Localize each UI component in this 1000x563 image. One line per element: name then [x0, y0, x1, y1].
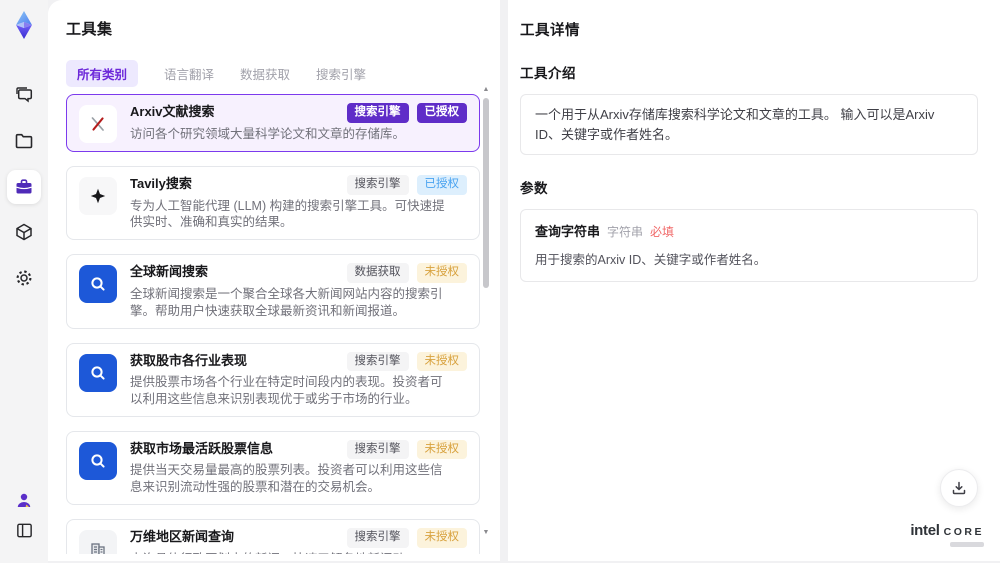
news-magnifier-icon — [79, 353, 117, 392]
tool-title: Tavily搜索 — [130, 176, 192, 191]
briefcase-icon — [16, 179, 32, 194]
category-badge: 搜索引擎 — [346, 103, 409, 123]
tool-list: Arxiv文献搜索 搜索引擎 已授权 访问各个研究领域大量科学论文和文章的存储库… — [66, 94, 482, 554]
chat-icon — [16, 87, 33, 103]
category-badge: 搜索引擎 — [346, 351, 409, 371]
tool-description: 全球新闻搜索是一个聚合全球各大新闻网站内容的搜索引擎。帮助用户快速获取全球最新资… — [130, 286, 443, 318]
status-badge: 未授权 — [416, 263, 467, 283]
panel-toggle-icon — [16, 523, 32, 537]
tool-title: 全球新闻搜索 — [130, 264, 209, 280]
user-icon — [17, 493, 31, 507]
toolset-panel: 工具集 所有类别 语言翻译 数据获取 搜索引擎 Arxiv文献搜索 搜索引擎 已… — [48, 0, 500, 561]
status-badge: 已授权 — [416, 103, 467, 123]
tool-title: 万维地区新闻查询 — [130, 529, 235, 544]
tab-all-categories[interactable]: 所有类别 — [66, 60, 139, 87]
sidebar-item-packages[interactable] — [7, 215, 41, 249]
details-title: 工具详情 — [520, 23, 580, 39]
gear-icon — [16, 270, 32, 286]
cube-icon — [16, 223, 32, 241]
tool-description: 查询具体行政区划内的新闻，快速了解各地新闻动 — [130, 551, 467, 555]
news-magnifier-icon — [79, 441, 117, 480]
sidebar-item-profile[interactable] — [7, 483, 41, 517]
param-card: 查询字符串 字符串 必填 用于搜索的Arxiv ID、关键字或作者姓名。 — [520, 209, 978, 283]
tab-language-translation[interactable]: 语言翻译 — [164, 60, 214, 87]
scroll-down-icon[interactable]: ▼ — [482, 529, 490, 537]
tool-card-tavily[interactable]: Tavily搜索 搜索引擎 已授权 专为人工智能代理 (LLM) 构建的搜索引擎… — [66, 166, 480, 241]
status-badge: 未授权 — [416, 439, 467, 460]
category-badge: 搜索引擎 — [346, 528, 409, 548]
core-wordmark: CORE — [943, 526, 984, 538]
intel-wordmark: intel — [910, 522, 940, 539]
category-badge: 搜索引擎 — [346, 175, 409, 195]
param-required-badge: 必填 — [650, 224, 675, 239]
param-type: 字符串 — [607, 224, 644, 239]
building-icon — [79, 530, 117, 554]
status-badge: 未授权 — [416, 351, 467, 371]
sidebar-item-chat[interactable] — [7, 78, 41, 112]
tool-card-most-active-stocks[interactable]: 获取市场最活跃股票信息 搜索引擎 未授权 提供当天交易量最高的股票列表。投资者可… — [66, 430, 480, 505]
tab-search-engine[interactable]: 搜索引擎 — [316, 60, 366, 87]
sidebar-item-collapse[interactable] — [7, 513, 41, 547]
scrollbar-thumb[interactable] — [483, 98, 489, 288]
folder-icon — [15, 133, 33, 149]
category-tabs: 所有类别 语言翻译 数据获取 搜索引擎 — [66, 60, 482, 87]
tavily-star-icon — [79, 177, 117, 215]
category-badge: 搜索引擎 — [346, 439, 409, 460]
intro-card: 一个用于从Arxiv存储库搜索科学论文和文章的工具。 输入可以是Arxiv ID… — [520, 94, 978, 155]
tool-description: 提供当天交易量最高的股票列表。投资者可以利用这些信息来识别流动性强的股票和潜在的… — [130, 463, 443, 495]
brand-subtext-bar — [950, 542, 984, 547]
tool-title: 获取股市各行业表现 — [130, 352, 248, 368]
status-badge: 已授权 — [416, 175, 467, 195]
params-heading: 参数 — [520, 181, 548, 196]
intel-core-logo: intel CORE — [910, 522, 984, 547]
toolset-title: 工具集 — [66, 21, 113, 38]
intro-heading: 工具介绍 — [520, 66, 576, 81]
tool-card-regional-news[interactable]: 万维地区新闻查询 搜索引擎 未授权 查询具体行政区划内的新闻，快速了解各地新闻动 — [66, 519, 480, 554]
sidebar-item-files[interactable] — [7, 124, 41, 158]
arxiv-logo-icon — [79, 105, 117, 143]
status-badge: 未授权 — [416, 528, 467, 548]
tool-card-arxiv[interactable]: Arxiv文献搜索 搜索引擎 已授权 访问各个研究领域大量科学论文和文章的存储库… — [66, 94, 480, 152]
sidebar-item-tools[interactable] — [7, 170, 41, 204]
download-button[interactable] — [940, 469, 978, 507]
scroll-up-icon[interactable]: ▲ — [482, 86, 490, 94]
param-description: 用于搜索的Arxiv ID、关键字或作者姓名。 — [535, 252, 767, 267]
param-name: 查询字符串 — [535, 224, 601, 239]
news-magnifier-icon — [79, 265, 117, 304]
app-logo — [7, 8, 41, 42]
tool-title: 获取市场最活跃股票信息 — [130, 440, 274, 456]
download-icon — [952, 481, 966, 495]
tool-card-sector-performance[interactable]: 获取股市各行业表现 搜索引擎 未授权 提供股票市场各个行业在特定时间段内的表现。… — [66, 342, 480, 417]
gem-logo-icon — [16, 11, 32, 39]
tool-description: 提供股票市场各个行业在特定时间段内的表现。投资者可以利用这些信息来识别表现优于或… — [130, 375, 443, 406]
list-scrollbar[interactable]: ▲ ▼ — [482, 86, 490, 551]
tool-title: Arxiv文献搜索 — [130, 104, 215, 119]
tool-details-panel: 工具详情 工具介绍 一个用于从Arxiv存储库搜索科学论文和文章的工具。 输入可… — [508, 0, 1000, 561]
category-badge: 数据获取 — [346, 263, 409, 283]
tool-description: 访问各个研究领域大量科学论文和文章的存储库。 — [130, 126, 406, 141]
sidebar-item-settings[interactable] — [7, 261, 41, 295]
sidebar-rail — [0, 0, 48, 563]
tool-card-global-news[interactable]: 全球新闻搜索 数据获取 未授权 全球新闻搜索是一个聚合全球各大新闻网站内容的搜索… — [66, 254, 480, 329]
tab-data-fetch[interactable]: 数据获取 — [240, 60, 290, 87]
tool-description: 专为人工智能代理 (LLM) 构建的搜索引擎工具。可快速提供实时、准确和真实的结… — [130, 198, 445, 230]
